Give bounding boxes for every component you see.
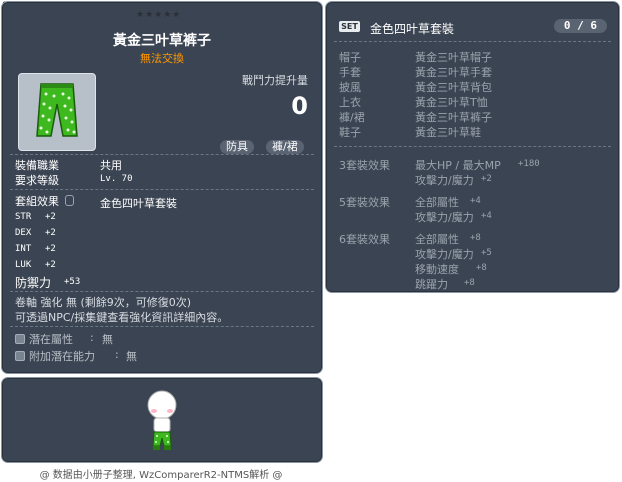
divider [10,291,314,292]
set-effect-value: +4 [470,196,481,206]
potential-colon: : [90,331,94,344]
set-effect-text: 最大HP / 最大MP [415,159,501,172]
set-piece-name: 黃金三叶草手套 [415,66,492,79]
set-title: 金色四叶草套裝 [370,22,455,36]
set-piece-slot: 褲/裙 [339,111,365,124]
npc-enhance-hint: 可透過NPC/採集鍵查看強化資訊詳細內容。 [15,311,229,324]
tag-pants-skirt: 褲/裙 [266,140,304,154]
set-effect-text: 移動速度 [415,263,459,276]
set-info-icon [64,195,74,206]
character-preview-panel [1,377,323,463]
tag-armor: 防具 [220,140,254,154]
set-effect-value: +180 [518,159,540,169]
stat-value: +2 [45,244,56,254]
defense-label: 防禦力 [15,276,52,290]
set-effect-text: 攻擊力/魔力 [415,248,474,261]
untradeable-label: 無法交換 [140,52,184,65]
set-effect-label: 套組效果 [15,193,74,209]
set-effect-value: 金色四叶草套裝 [100,197,177,210]
stat-name: LUK [15,260,32,270]
set-piece-slot: 手套 [339,66,361,79]
stat-name: STR [15,212,32,222]
potential-label: 潛在屬性 [29,333,73,346]
set-piece-slot: 上衣 [339,96,361,109]
item-name: 黃金三叶草裤子 [113,33,211,49]
power-label: 戰鬥力提升量 [242,74,308,87]
req-job-value: 共用 [100,159,122,172]
set-piece-name: 黃金三叶草T恤 [415,96,488,109]
set-effect-text: 全部屬性 [415,233,459,246]
bonus-potential-value: 無 [126,350,137,363]
footer-credit: @ 数据由小册子整理, WzComparerR2-NTMS解析 @ [39,470,283,481]
set-count-badge: 0 / 6 [553,19,607,33]
scroll-upgrade-info: 卷軸 強化 無 (剩餘9次，可修復0次) [15,296,192,309]
set-piece-name: 黃金三叶草帽子 [415,51,492,64]
divider [10,154,314,155]
stat-value: +2 [45,260,56,270]
set-effect-text: 攻擊力/魔力 [415,174,474,187]
divider [10,189,314,190]
stat-name: DEX [15,228,32,238]
potential-grade-icon [15,334,25,344]
set-effect-text: 跳躍力 [415,278,448,291]
set-piece-name: 黃金三叶草鞋 [415,126,481,139]
set-effect-value: +5 [481,248,492,258]
set-effect-tier: 5套裝效果 [339,196,390,209]
req-job-label: 裝備職業 [15,159,59,172]
star-force-stars: ★★★★★ [136,10,182,20]
req-level-value: Lv. 70 [100,174,133,184]
pants-icon [36,83,78,137]
set-effect-label-text: 套組效果 [15,195,59,208]
set-effect-value: +8 [476,263,487,273]
set-piece-slot: 披風 [339,81,361,94]
item-tooltip-panel: ★★★★★ 黃金三叶草裤子 無法交換 戰鬥力提升量 0 防具 褲/裙 裝備職業 … [1,1,323,374]
bonus-potential-grade-icon [15,351,25,361]
bonus-potential-colon: : [115,348,119,361]
set-panel: SET 金色四叶草套裝 0 / 6 帽子 黃金三叶草帽子 手套 黃金三叶草手套 … [325,1,620,293]
defense-value: +53 [64,277,81,287]
character-icon [147,390,177,450]
set-effect-tier: 6套裝效果 [339,233,390,246]
divider [10,326,314,327]
set-effect-value: +4 [481,211,492,221]
set-effect-value: +8 [470,233,481,243]
power-value: 0 [291,92,308,120]
potential-row: 潛在屬性 [15,331,73,347]
set-piece-slot: 帽子 [339,51,361,64]
set-effect-value: +2 [481,174,492,184]
item-icon-frame [18,73,96,151]
divider [334,41,611,42]
stat-name: INT [15,244,32,254]
set-badge: SET [339,21,360,32]
set-piece-name: 黃金三叶草背包 [415,81,492,94]
set-effect-value: +8 [464,278,475,288]
set-piece-name: 黃金三叶草裤子 [415,111,492,124]
bonus-potential-row: 附加潛在能力 [15,348,95,364]
set-effect-tier: 3套裝效果 [339,159,390,172]
bonus-potential-label: 附加潛在能力 [29,350,95,363]
set-effect-text: 全部屬性 [415,196,459,209]
req-level-label: 要求等級 [15,174,59,187]
divider [334,146,611,147]
stat-value: +2 [45,228,56,238]
set-effect-text: 攻擊力/魔力 [415,211,474,224]
stat-value: +2 [45,212,56,222]
potential-value: 無 [102,333,113,346]
set-piece-slot: 鞋子 [339,126,361,139]
